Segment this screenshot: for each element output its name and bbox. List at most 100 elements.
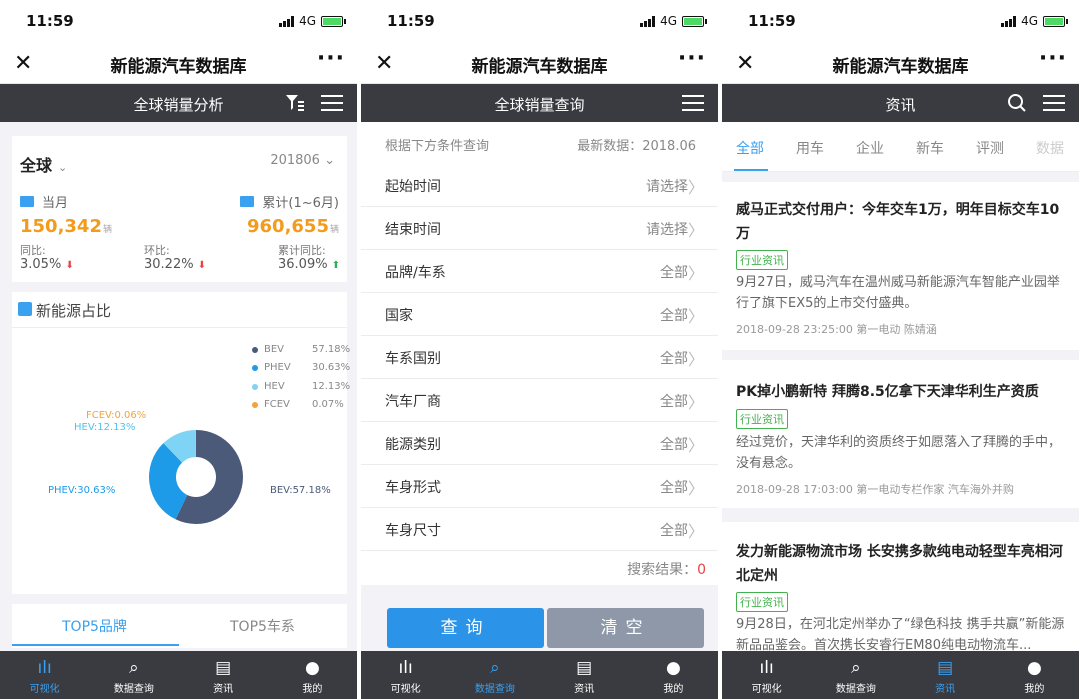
filter-body-style[interactable]: 车身形式 全部〉 (361, 465, 718, 508)
cumulative-sales: 960,655辆 (247, 216, 339, 237)
share-card: 新能源占比 BEV 57.18% PHEV 30.63% HEV 12.13% FCE… (12, 292, 350, 594)
tab-news[interactable]: ▤ 资讯 (540, 651, 629, 699)
news-summary: 9月28日，在河北定州举办了“绿色科技 携手共赢”新能源新品品鉴会。首次携长安睿… (736, 617, 1065, 653)
search-icon[interactable] (1007, 93, 1027, 113)
tab-enterprise[interactable]: 企业 (856, 138, 884, 158)
yoy-label: 同比: (20, 244, 46, 257)
news-tag: 行业资讯 (736, 592, 788, 612)
bottom-tab-bar: ılı 可视化 ⌕ 数据查询 ▤ 资讯 ● 我的 (0, 651, 357, 699)
region-selector[interactable]: 全球 ⌄ (20, 152, 67, 176)
period-selector[interactable]: 201806 ⌄ (270, 153, 335, 168)
tab-underline (734, 169, 768, 171)
filter-series-origin[interactable]: 车系国别 全部〉 (361, 336, 718, 379)
clock: 11:59 (748, 12, 796, 30)
chevron-right-icon: 〉 (687, 264, 704, 283)
nav-bar: ✕ 新能源汽车数据库 ··· (0, 44, 357, 84)
section-title: 全球销量查询 (494, 96, 585, 114)
filter-icon[interactable] (285, 94, 305, 112)
cum-yoy-value: 36.09% ⬆ (278, 257, 341, 272)
calendar-icon (20, 196, 34, 207)
clear-button[interactable]: 清空 (547, 608, 704, 648)
query-hint-row: 根据下方条件查询 最新数据：2018.06 (361, 122, 718, 164)
nav-bar: ✕ 新能源汽车数据库 ··· (722, 44, 1079, 84)
filter-body-size[interactable]: 车身尺寸 全部〉 (361, 508, 718, 551)
menu-icon[interactable] (321, 95, 343, 111)
tab-usage[interactable]: 用车 (796, 138, 824, 158)
chevron-down-icon: ⌄ (324, 153, 335, 168)
pie-label-bev: BEV:57.18% (270, 485, 331, 496)
network-label: 4G (1021, 14, 1038, 28)
chart-icon (18, 302, 32, 316)
signal-icon (279, 15, 295, 27)
share-header: 新能源占比 (12, 292, 347, 328)
arrow-down-icon: ⬇ (197, 260, 207, 271)
tab-me[interactable]: ● 我的 (629, 651, 718, 699)
news-item[interactable]: PK掉小鹏新特 拜腾8.5亿拿下天津华利生产资质 行业资讯 经过竞价，天津华利的… (722, 360, 1079, 508)
filter-brand-series[interactable]: 品牌/车系 全部〉 (361, 250, 718, 293)
battery-icon (682, 15, 707, 27)
document-icon: ▤ (215, 658, 232, 678)
news-item[interactable]: 发力新能源物流市场 长安携多款纯电动轻型车亮相河北定州 行业资讯 9月28日，在… (722, 522, 1079, 662)
filter-manufacturer[interactable]: 汽车厂商 全部〉 (361, 379, 718, 422)
more-icon[interactable]: ··· (678, 46, 706, 71)
news-tag: 行业资讯 (736, 409, 788, 429)
chevron-right-icon: 〉 (687, 436, 704, 455)
tab-me[interactable]: ● 我的 (990, 651, 1079, 699)
legend-item-bev: BEV 57.18% (252, 344, 350, 355)
section-bar: 全球销量分析 (0, 84, 357, 122)
tab-data-query[interactable]: ⌕ 数据查询 (89, 651, 178, 699)
tab-review[interactable]: 评测 (976, 138, 1004, 158)
tab-new-cars[interactable]: 新车 (916, 138, 944, 158)
result-label: 搜索结果： (627, 562, 698, 578)
tab-top5-series[interactable]: TOP5车系 (230, 616, 295, 636)
news-meta: 2018-09-28 17:03:00 第一电动专栏作家 汽车海外并购 (736, 483, 1014, 496)
app-title: 新能源汽车数据库 (110, 57, 247, 77)
tab-news[interactable]: ▤ 资讯 (901, 651, 990, 699)
news-title[interactable]: 发力新能源物流市场 长安携多款纯电动轻型车亮相河北定州 (736, 540, 1065, 588)
news-title[interactable]: PK掉小鹏新特 拜腾8.5亿拿下天津华利生产资质 (736, 380, 1065, 404)
tab-data-query[interactable]: ⌕ 数据查询 (811, 651, 900, 699)
latest-data: 最新数据：2018.06 (577, 139, 696, 154)
bottom-tab-bar: ılı 可视化 ⌕ 数据查询 ▤ 资讯 ● 我的 (722, 651, 1079, 699)
document-icon: ▤ (576, 658, 593, 678)
summary-card: 全球 ⌄ 201806 ⌄ 当月 累计(1~6月) 150,342辆 960,65… (12, 136, 347, 282)
status-bar: 11:59 4G (0, 0, 357, 44)
menu-icon[interactable] (1043, 95, 1065, 111)
arrow-down-icon: ⬇ (65, 260, 74, 271)
month-sales: 150,342辆 (20, 216, 112, 237)
tab-me[interactable]: ● 我的 (268, 651, 357, 699)
tab-visualization[interactable]: ılı 可视化 (722, 651, 811, 699)
filter-country[interactable]: 国家 全部〉 (361, 293, 718, 336)
tab-visualization[interactable]: ılı 可视化 (361, 651, 450, 699)
chevron-right-icon: 〉 (687, 178, 704, 197)
filter-energy-type[interactable]: 能源类别 全部〉 (361, 422, 718, 465)
news-title[interactable]: 威马正式交付用户：今年交车1万，明年目标交车10万 (736, 198, 1065, 246)
cumulative-label: 累计(1~6月) (240, 192, 339, 211)
filter-end-time[interactable]: 结束时间 请选择〉 (361, 207, 718, 250)
tab-top5-brand[interactable]: TOP5品牌 (62, 616, 127, 636)
signal-icon (1001, 15, 1017, 27)
app-title: 新能源汽车数据库 (832, 57, 969, 77)
news-summary: 9月27日，威马汽车在温州威马新能源汽车智能产业园举行了旗下EX5的上市交付盛典… (736, 275, 1060, 311)
clock: 11:59 (26, 12, 74, 30)
share-donut-chart (149, 430, 243, 524)
tab-news[interactable]: ▤ 资讯 (179, 651, 268, 699)
document-icon: ▤ (937, 658, 954, 678)
query-button[interactable]: 查询 (387, 608, 544, 648)
news-item[interactable]: 威马正式交付用户：今年交车1万，明年目标交车10万 行业资讯 9月27日，威马汽… (722, 182, 1079, 350)
pie-label-phev: PHEV:30.63% (48, 485, 116, 496)
more-icon[interactable]: ··· (1039, 46, 1067, 71)
more-icon[interactable]: ··· (317, 46, 345, 71)
tab-data-query[interactable]: ⌕ 数据查询 (450, 651, 539, 699)
network-label: 4G (299, 14, 316, 28)
news-tag: 行业资讯 (736, 250, 788, 270)
tab-all[interactable]: 全部 (736, 138, 764, 158)
filter-start-time[interactable]: 起始时间 请选择〉 (361, 164, 718, 207)
chevron-right-icon: 〉 (687, 350, 704, 369)
tab-visualization[interactable]: ılı 可视化 (0, 651, 89, 699)
arrow-up-icon: ⬆ (331, 260, 341, 271)
menu-icon[interactable] (682, 95, 704, 111)
search-chart-icon: ⌕ (851, 658, 861, 678)
tab-data[interactable]: 数据 (1036, 138, 1064, 158)
category-tabs: 全部 用车 企业 新车 评测 数据 (722, 122, 1079, 172)
